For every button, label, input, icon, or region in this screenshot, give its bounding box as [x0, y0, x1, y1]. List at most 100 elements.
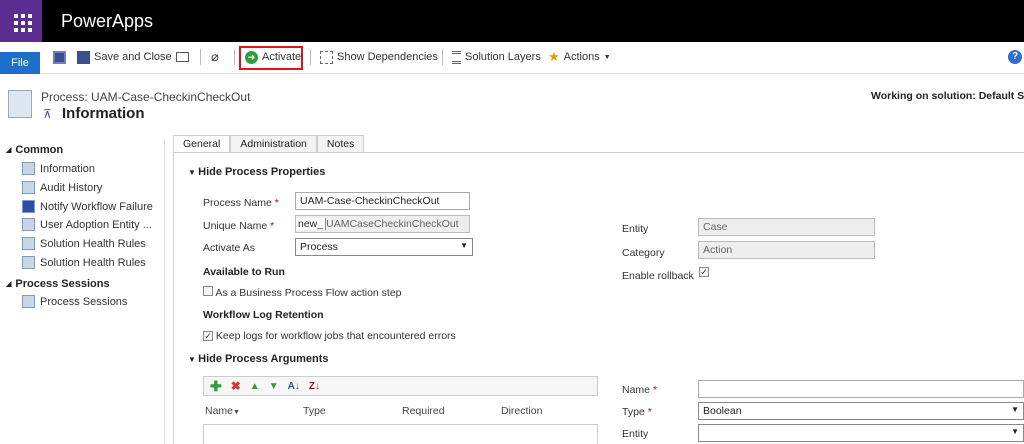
nav-section-common[interactable]: ◢ Common — [6, 144, 63, 156]
form-icon: ⊼ — [43, 107, 52, 121]
nav-label: Process Sessions — [40, 295, 128, 308]
print-button[interactable] — [176, 49, 189, 65]
nav-section-label: Process Sessions — [15, 278, 110, 290]
collapse-icon: ▼ — [188, 355, 199, 364]
solution-label: Working on solution: Default Solu — [871, 90, 1024, 102]
nav-section-label: Common — [15, 144, 64, 156]
show-dependencies-button[interactable]: Show Dependencies — [320, 49, 438, 65]
keep-logs-checkbox[interactable]: ✓ — [203, 331, 213, 341]
checkbox-label: Keep logs for workflow jobs that encount… — [215, 330, 456, 342]
information-icon — [22, 162, 35, 175]
move-up-icon[interactable]: ▲ — [250, 381, 260, 392]
label-text: Process Name — [203, 197, 272, 209]
nav-item-solution-health-rules[interactable]: Solution Health Rules — [22, 237, 146, 250]
separator — [234, 49, 235, 65]
label-text: Type — [622, 406, 645, 418]
collapse-icon: ▼ — [188, 168, 199, 177]
arg-entity-label: Entity — [622, 428, 649, 440]
actions-button[interactable]: ★ Actions ▼ — [548, 49, 611, 65]
nav-label: Solution Health Rules — [40, 256, 146, 269]
bpf-step-option[interactable]: As a Business Process Flow action step — [203, 286, 402, 299]
save-and-close-label: Save and Close — [94, 51, 172, 63]
dependencies-icon — [320, 50, 333, 64]
audit-icon — [22, 181, 35, 194]
show-dependencies-label: Show Dependencies — [337, 51, 438, 63]
activate-arrow-icon: ➜ — [245, 50, 258, 64]
record-title: Process: UAM-Case-CheckinCheckOut — [41, 90, 251, 104]
column-direction[interactable]: Direction — [501, 405, 542, 417]
actions-star-icon: ★ — [548, 49, 560, 64]
nav-label: Notify Workflow Failure — [40, 200, 153, 213]
separator — [310, 49, 311, 65]
save-close-icon — [77, 50, 90, 64]
available-to-run-heading: Available to Run — [203, 266, 285, 278]
sort-descending-icon[interactable]: Z↓ — [309, 381, 320, 392]
process-name-label: Process Name * — [203, 197, 279, 209]
nav-label: User Adoption Entity ... — [40, 218, 152, 231]
collapse-icon: ◢ — [6, 281, 12, 288]
arg-name-input[interactable] — [698, 380, 1024, 398]
column-label: Name — [205, 405, 234, 417]
help-icon[interactable]: ? — [1008, 50, 1022, 64]
nav-item-notify-workflow-failure[interactable]: Notify Workflow Failure — [22, 200, 153, 213]
sort-ascending-icon[interactable]: A↓ — [288, 381, 300, 392]
arg-entity-select[interactable] — [698, 424, 1024, 442]
category-input: Action — [698, 241, 875, 259]
tab-administration[interactable]: Administration — [230, 135, 317, 152]
nav-section-process-sessions[interactable]: ◢ Process Sessions — [6, 278, 110, 290]
move-down-icon[interactable]: ▼ — [269, 381, 279, 392]
unique-name-label: Unique Name * — [203, 220, 274, 232]
delete-icon[interactable]: ✖ — [231, 379, 241, 393]
file-button[interactable]: File — [0, 52, 40, 74]
category-label: Category — [622, 247, 665, 259]
required-icon: * — [647, 406, 652, 418]
nav-label: Information — [40, 162, 96, 175]
add-icon[interactable]: ✚ — [210, 378, 222, 395]
required-icon: * — [270, 220, 275, 232]
separator — [442, 49, 443, 65]
tab-general[interactable]: General — [173, 135, 231, 152]
sort-icon: ▼ — [233, 409, 240, 416]
attach-button[interactable]: ⌀ — [211, 49, 219, 65]
nav-item-user-adoption[interactable]: User Adoption Entity ... — [22, 218, 152, 231]
layers-icon — [452, 50, 461, 64]
activate-label: Activate — [262, 51, 302, 63]
arguments-grid[interactable] — [203, 424, 598, 444]
activate-button[interactable]: ➜ Activate — [245, 49, 301, 65]
label-text: Unique Name — [203, 220, 268, 232]
column-name[interactable]: Name▼ — [205, 405, 240, 417]
activate-as-select[interactable]: Process — [295, 238, 473, 256]
form-title[interactable]: Information — [62, 105, 145, 122]
nav-item-solution-health-rules[interactable]: Solution Health Rules — [22, 256, 146, 269]
process-entity-icon — [8, 90, 32, 118]
sessions-icon — [22, 295, 35, 308]
nav-item-audit-history[interactable]: Audit History — [22, 181, 102, 194]
app-launcher-icon[interactable] — [0, 0, 42, 42]
arguments-toolbar: ✚ ✖ ▲ ▼ A↓ Z↓ — [203, 376, 598, 396]
column-type[interactable]: Type — [303, 405, 326, 417]
chevron-down-icon: ▼ — [603, 53, 611, 61]
nav-label: Audit History — [40, 181, 103, 194]
nav-label: Solution Health Rules — [40, 237, 146, 250]
solution-layers-button[interactable]: Solution Layers — [452, 49, 541, 65]
nav-item-information[interactable]: Information — [22, 162, 95, 175]
section-label: Hide Process Properties — [198, 166, 326, 178]
rollback-checkbox[interactable]: ✓ — [699, 267, 709, 277]
hide-process-properties-toggle[interactable]: ▼ Hide Process Properties — [188, 166, 325, 178]
column-required[interactable]: Required — [402, 405, 445, 417]
unique-prefix: new_ — [296, 218, 327, 230]
process-name-input[interactable]: UAM-Case-CheckinCheckOut — [295, 192, 470, 210]
keep-logs-option[interactable]: ✓ Keep logs for workflow jobs that encou… — [203, 330, 456, 342]
entity-label: Entity — [622, 223, 649, 235]
hide-process-arguments-toggle[interactable]: ▼ Hide Process Arguments — [188, 353, 329, 365]
save-button[interactable] — [53, 49, 66, 65]
left-nav: ◢ Common Information Audit History Notify… — [0, 140, 165, 444]
bpf-step-checkbox[interactable] — [203, 286, 213, 296]
save-and-close-button[interactable]: Save and Close — [77, 49, 172, 65]
arg-type-label: Type * — [622, 406, 652, 418]
arg-type-select[interactable]: Boolean — [698, 402, 1024, 420]
unique-name-input[interactable]: new_ UAMCaseCheckinCheckOut — [295, 215, 470, 233]
select-value: Boolean — [703, 405, 742, 417]
tab-notes[interactable]: Notes — [316, 135, 365, 152]
nav-item-process-sessions[interactable]: Process Sessions — [22, 295, 127, 308]
